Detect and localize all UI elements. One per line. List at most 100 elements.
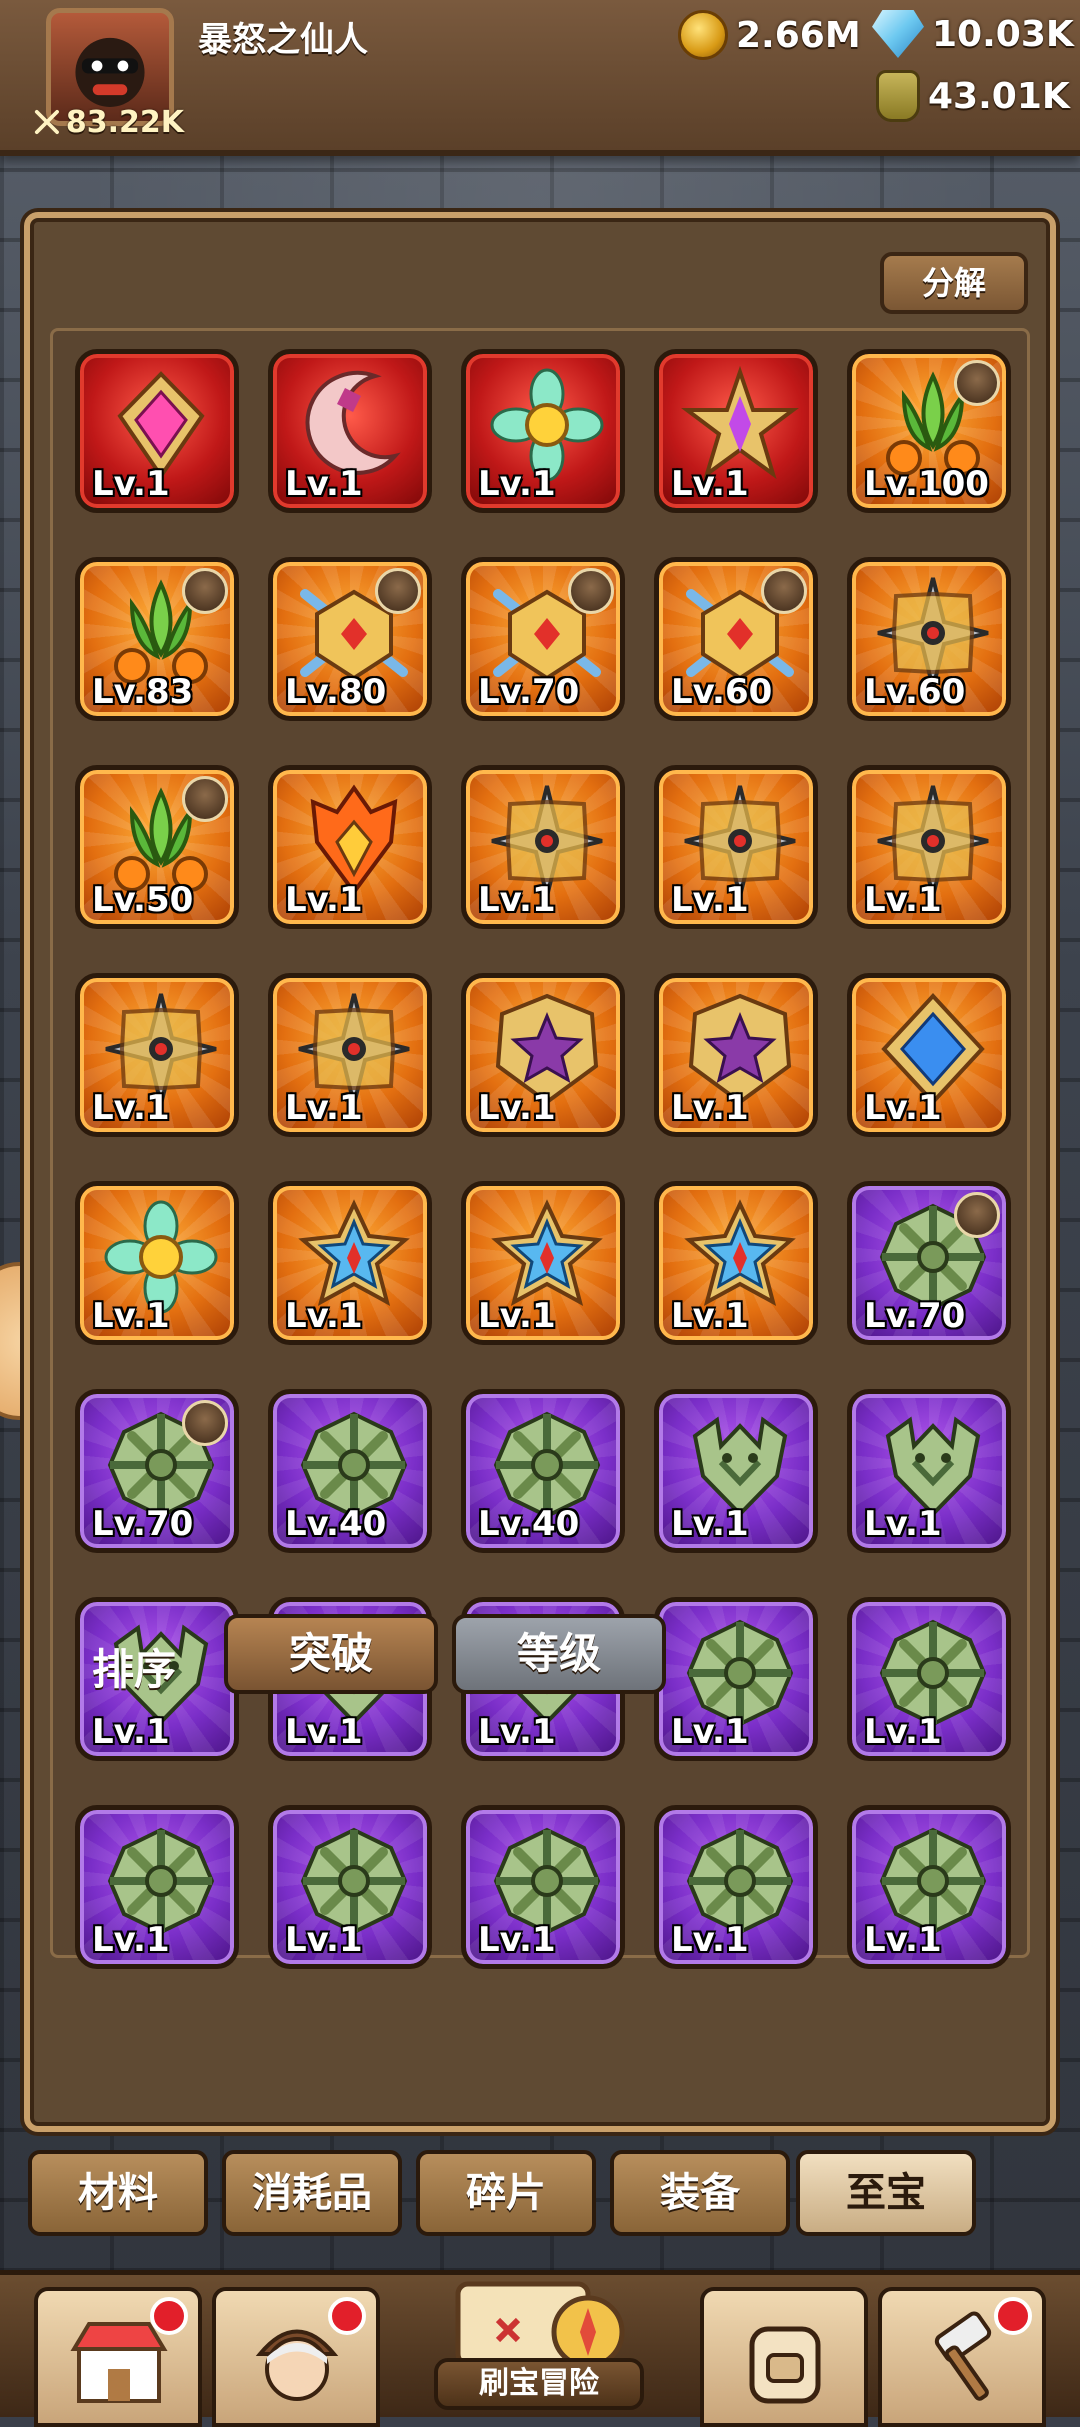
- treasure-slot[interactable]: Lv.1: [847, 765, 1011, 929]
- equipped-hero-icon: [761, 568, 807, 614]
- treasure-level: Lv.100: [864, 464, 989, 504]
- gold-value: 2.66M: [736, 14, 861, 56]
- hero-notification-dot: [328, 2297, 366, 2335]
- treasure-level: Lv.1: [285, 464, 363, 504]
- diamond-icon: [872, 10, 924, 58]
- treasure-slot[interactable]: Lv.1: [654, 349, 818, 513]
- treasure-slot[interactable]: Lv.1: [75, 1805, 239, 1969]
- nav-bag[interactable]: [700, 2287, 868, 2427]
- tab-1[interactable]: 消耗品: [222, 2150, 402, 2236]
- combat-power: 83.22K: [34, 102, 184, 142]
- treasure-slot[interactable]: Lv.1: [654, 765, 818, 929]
- gold-counter[interactable]: 2.66M: [678, 10, 861, 60]
- nav-forge[interactable]: [878, 2287, 1046, 2427]
- treasure-level: Lv.1: [864, 1504, 942, 1544]
- treasure-level: Lv.1: [864, 1712, 942, 1752]
- treasure-slot[interactable]: Lv.1: [847, 1597, 1011, 1761]
- treasure-level: Lv.1: [478, 1712, 556, 1752]
- nav-shop[interactable]: [34, 2287, 202, 2427]
- treasure-slot[interactable]: Lv.70: [75, 1389, 239, 1553]
- treasure-level: Lv.1: [671, 1296, 749, 1336]
- treasure-slot[interactable]: Lv.80: [268, 557, 432, 721]
- treasure-slot[interactable]: Lv.1: [847, 1389, 1011, 1553]
- treasure-level: Lv.1: [864, 1920, 942, 1960]
- forge-notification-dot: [994, 2297, 1032, 2335]
- treasure-slot[interactable]: Lv.1: [268, 765, 432, 929]
- treasure-slot[interactable]: Lv.60: [847, 557, 1011, 721]
- treasure-slot[interactable]: Lv.1: [461, 973, 625, 1137]
- treasure-slot[interactable]: Lv.1: [268, 1181, 432, 1345]
- treasure-slot[interactable]: Lv.1: [268, 349, 432, 513]
- tab-4[interactable]: 至宝: [796, 2150, 976, 2236]
- decompose-button[interactable]: 分解: [880, 252, 1028, 314]
- tab-0[interactable]: 材料: [28, 2150, 208, 2236]
- treasure-level: Lv.1: [478, 880, 556, 920]
- tab-3[interactable]: 装备: [610, 2150, 790, 2236]
- treasure-level: Lv.1: [285, 1296, 363, 1336]
- potion-value: 43.01K: [928, 75, 1070, 117]
- treasure-slot[interactable]: Lv.83: [75, 557, 239, 721]
- treasure-level: Lv.40: [285, 1504, 387, 1544]
- treasure-level: Lv.60: [864, 672, 966, 712]
- treasure-slot[interactable]: Lv.1: [75, 349, 239, 513]
- equipped-hero-icon: [182, 776, 228, 822]
- sort-breakthrough-button[interactable]: 突破: [224, 1614, 438, 1694]
- treasure-slot[interactable]: Lv.1: [461, 349, 625, 513]
- treasure-slot[interactable]: Lv.60: [654, 557, 818, 721]
- diamond-counter[interactable]: 10.03K: [872, 10, 1074, 58]
- tab-2[interactable]: 碎片: [416, 2150, 596, 2236]
- backpack-icon: [749, 2326, 821, 2404]
- treasure-slot[interactable]: Lv.1: [75, 973, 239, 1137]
- treasure-slot[interactable]: Lv.40: [461, 1389, 625, 1553]
- treasure-slot[interactable]: Lv.1: [75, 1181, 239, 1345]
- treasure-level: Lv.1: [671, 1920, 749, 1960]
- treasure-slot[interactable]: Lv.1: [461, 765, 625, 929]
- nav-treasure-adventure[interactable]: 刷宝冒险: [388, 2270, 688, 2412]
- treasure-slot[interactable]: Lv.1: [654, 1805, 818, 1969]
- treasure-level: Lv.1: [478, 1296, 556, 1336]
- treasure-level: Lv.1: [671, 1088, 749, 1128]
- treasure-slot[interactable]: Lv.1: [461, 1805, 625, 1969]
- treasure-level: Lv.1: [478, 1088, 556, 1128]
- treasure-map-icon: [455, 2281, 625, 2369]
- equipped-hero-icon: [182, 1400, 228, 1446]
- treasure-slot[interactable]: Lv.70: [847, 1181, 1011, 1345]
- treasure-panel: 分解 Lv.1 Lv.1 Lv.1 Lv.1 Lv.100 Lv.83 Lv.80 Lv.70…: [24, 212, 1056, 2132]
- treasure-level: Lv.1: [671, 1504, 749, 1544]
- treasure-level: Lv.1: [92, 1296, 170, 1336]
- equipped-hero-icon: [568, 568, 614, 614]
- treasure-level: Lv.60: [671, 672, 773, 712]
- treasure-level: Lv.1: [285, 880, 363, 920]
- treasure-slot[interactable]: Lv.1: [654, 1389, 818, 1553]
- treasure-level: Lv.83: [92, 672, 194, 712]
- potion-jar-icon: [876, 70, 920, 122]
- treasure-level: Lv.1: [285, 1920, 363, 1960]
- treasure-level: Lv.70: [478, 672, 580, 712]
- treasure-slot[interactable]: Lv.1: [654, 973, 818, 1137]
- treasure-slot[interactable]: Lv.50: [75, 765, 239, 929]
- treasure-level: Lv.1: [478, 464, 556, 504]
- sort-level-button[interactable]: 等级: [452, 1614, 666, 1694]
- treasure-slot[interactable]: Lv.1: [847, 1805, 1011, 1969]
- treasure-slot[interactable]: Lv.100: [847, 349, 1011, 513]
- category-tabs: 材料 消耗品 碎片 装备 至宝: [28, 2150, 1058, 2240]
- treasure-slot[interactable]: Lv.1: [654, 1597, 818, 1761]
- treasure-level: Lv.70: [864, 1296, 966, 1336]
- treasure-slot[interactable]: Lv.1: [268, 1805, 432, 1969]
- treasure-level: Lv.70: [92, 1504, 194, 1544]
- treasure-slot[interactable]: Lv.1: [847, 973, 1011, 1137]
- nav-hero[interactable]: [212, 2287, 380, 2427]
- treasure-slot[interactable]: Lv.40: [268, 1389, 432, 1553]
- treasure-slot[interactable]: Lv.1: [268, 973, 432, 1137]
- potion-counter[interactable]: 43.01K: [876, 70, 1070, 122]
- treasure-slot[interactable]: Lv.1: [654, 1181, 818, 1345]
- treasure-level: Lv.40: [478, 1504, 580, 1544]
- treasure-slot[interactable]: Lv.1: [461, 1181, 625, 1345]
- equipped-hero-icon: [375, 568, 421, 614]
- treasure-level: Lv.1: [92, 1712, 170, 1752]
- treasure-level: Lv.80: [285, 672, 387, 712]
- treasure-level: Lv.1: [671, 880, 749, 920]
- treasure-slot[interactable]: Lv.70: [461, 557, 625, 721]
- diamond-value: 10.03K: [932, 13, 1074, 55]
- treasure-level: Lv.1: [671, 1712, 749, 1752]
